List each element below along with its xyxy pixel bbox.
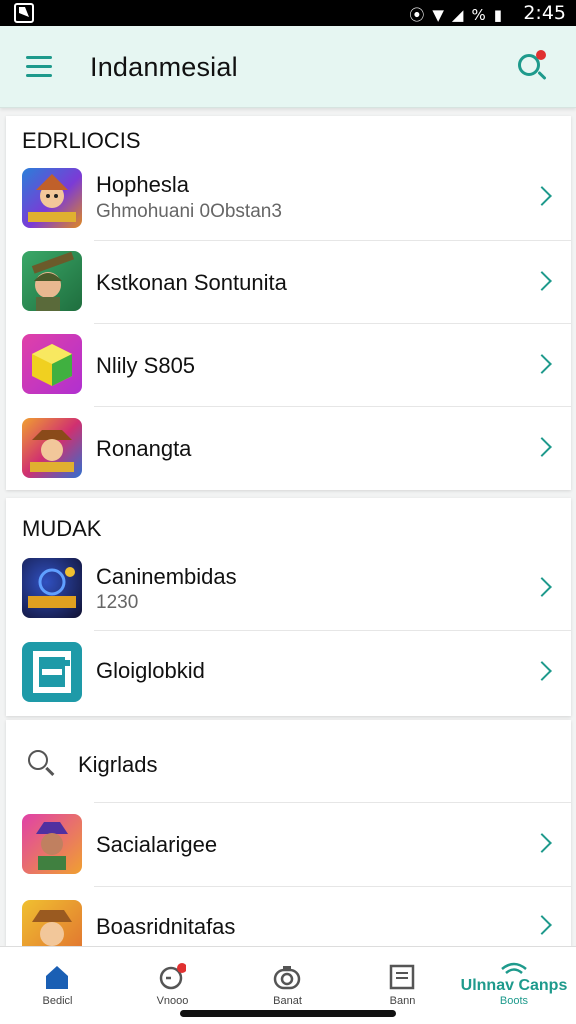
app-bar: Indanmesial — [0, 26, 576, 108]
list-item[interactable]: Hophesla Ghmohuani 0Obstan3 — [6, 156, 571, 240]
item-title: Sacialarigee — [96, 832, 218, 857]
app-icon-cube — [22, 334, 82, 394]
home-icon — [46, 966, 68, 989]
nav-label: Ulnnav Canps — [460, 977, 568, 994]
app-icon-soldier — [22, 251, 82, 311]
document-icon — [389, 964, 415, 990]
nav-label: Bann — [389, 995, 416, 1007]
list-item[interactable]: Gloiglobkid — [6, 630, 571, 716]
list-item[interactable]: Ronangta — [6, 406, 571, 490]
item-subtitle: 1230 — [96, 592, 139, 613]
chevron-right-icon — [532, 437, 552, 457]
nav-item-home[interactable]: Bedicl — [0, 947, 115, 1017]
list-item[interactable]: Caninembidas 1230 — [6, 546, 571, 630]
nav-label: Vnooo — [156, 995, 189, 1007]
home-indicator[interactable] — [180, 1010, 396, 1017]
item-title: Caninembidas — [96, 564, 237, 589]
chevron-right-icon — [532, 833, 552, 853]
section-title: EDRLIOCIS — [22, 128, 141, 153]
wifi-icon — [501, 962, 527, 974]
status-bar: ⦿ ▼ ◢ % ▮ 2:45 — [0, 0, 576, 26]
section-title: MUDAK — [22, 516, 102, 541]
section-mudak: MUDAK Caninembidas 1230 Gloiglobkid — [6, 498, 571, 716]
nav-label: Bedicl — [42, 995, 73, 1007]
chevron-right-icon — [532, 661, 552, 681]
chevron-right-icon — [532, 915, 552, 935]
item-subtitle: Ghmohuani 0Obstan3 — [96, 201, 282, 222]
search-button[interactable] — [516, 50, 550, 84]
list-item[interactable]: Boasridnitafas — [6, 886, 571, 960]
battery-percent: % — [471, 5, 486, 24]
search-icon — [28, 750, 55, 776]
page-title: Indanmesial — [90, 52, 238, 82]
item-title: Hophesla — [96, 172, 189, 197]
wifi-icon: ▼ — [432, 5, 444, 24]
battery-icon: ▮ — [493, 5, 502, 24]
item-title: Ronangta — [96, 436, 192, 461]
nav-item-network[interactable]: Ulnnav Canps Boots — [452, 947, 576, 1017]
list-item[interactable]: Sacialarigee — [6, 802, 571, 886]
nav-item-document[interactable]: Bann — [345, 947, 460, 1017]
camera-icon — [273, 966, 301, 990]
app-icon-cowboy — [22, 418, 82, 478]
app-icon-game — [22, 168, 82, 228]
notification-dot — [536, 50, 546, 60]
chevron-right-icon — [532, 354, 552, 374]
item-title: Boasridnitafas — [96, 914, 236, 939]
list-item[interactable]: Nlily S805 — [6, 323, 571, 406]
item-title: Gloiglobkid — [96, 658, 205, 683]
nav-item-camera[interactable]: Banat — [230, 947, 345, 1017]
status-time: 2:45 — [523, 2, 566, 24]
list-item[interactable]: Kstkonan Sontunita — [6, 240, 571, 323]
chevron-right-icon — [532, 577, 552, 597]
chevron-right-icon — [532, 186, 552, 206]
section-search: Kigrlads Sacialarigee Boasridnitafas — [6, 720, 571, 960]
section-edrliocis: EDRLIOCIS Hophesla Ghmohuani 0Obstan3 Ks… — [6, 116, 571, 490]
item-title: Kstkonan Sontunita — [96, 270, 287, 295]
nav-sublabel: Boots — [499, 995, 529, 1007]
status-icons: ⦿ ▼ ◢ % ▮ — [409, 4, 502, 25]
menu-icon[interactable] — [26, 56, 52, 78]
search-row[interactable]: Kigrlads — [6, 720, 571, 802]
app-icon-letter — [22, 642, 82, 702]
search-label: Kigrlads — [78, 752, 158, 777]
nav-label: Banat — [273, 995, 302, 1007]
app-icon-character — [22, 814, 82, 874]
signal-icon: ◢ — [451, 5, 464, 24]
clock-icon — [159, 963, 186, 990]
notification-icon — [14, 3, 34, 23]
app-icon-orb — [22, 558, 82, 618]
nav-item-notifications[interactable]: Vnooo — [115, 947, 230, 1017]
do-not-disturb-icon: ⦿ — [409, 6, 425, 24]
item-title: Nlily S805 — [96, 353, 196, 378]
chevron-right-icon — [532, 271, 552, 291]
